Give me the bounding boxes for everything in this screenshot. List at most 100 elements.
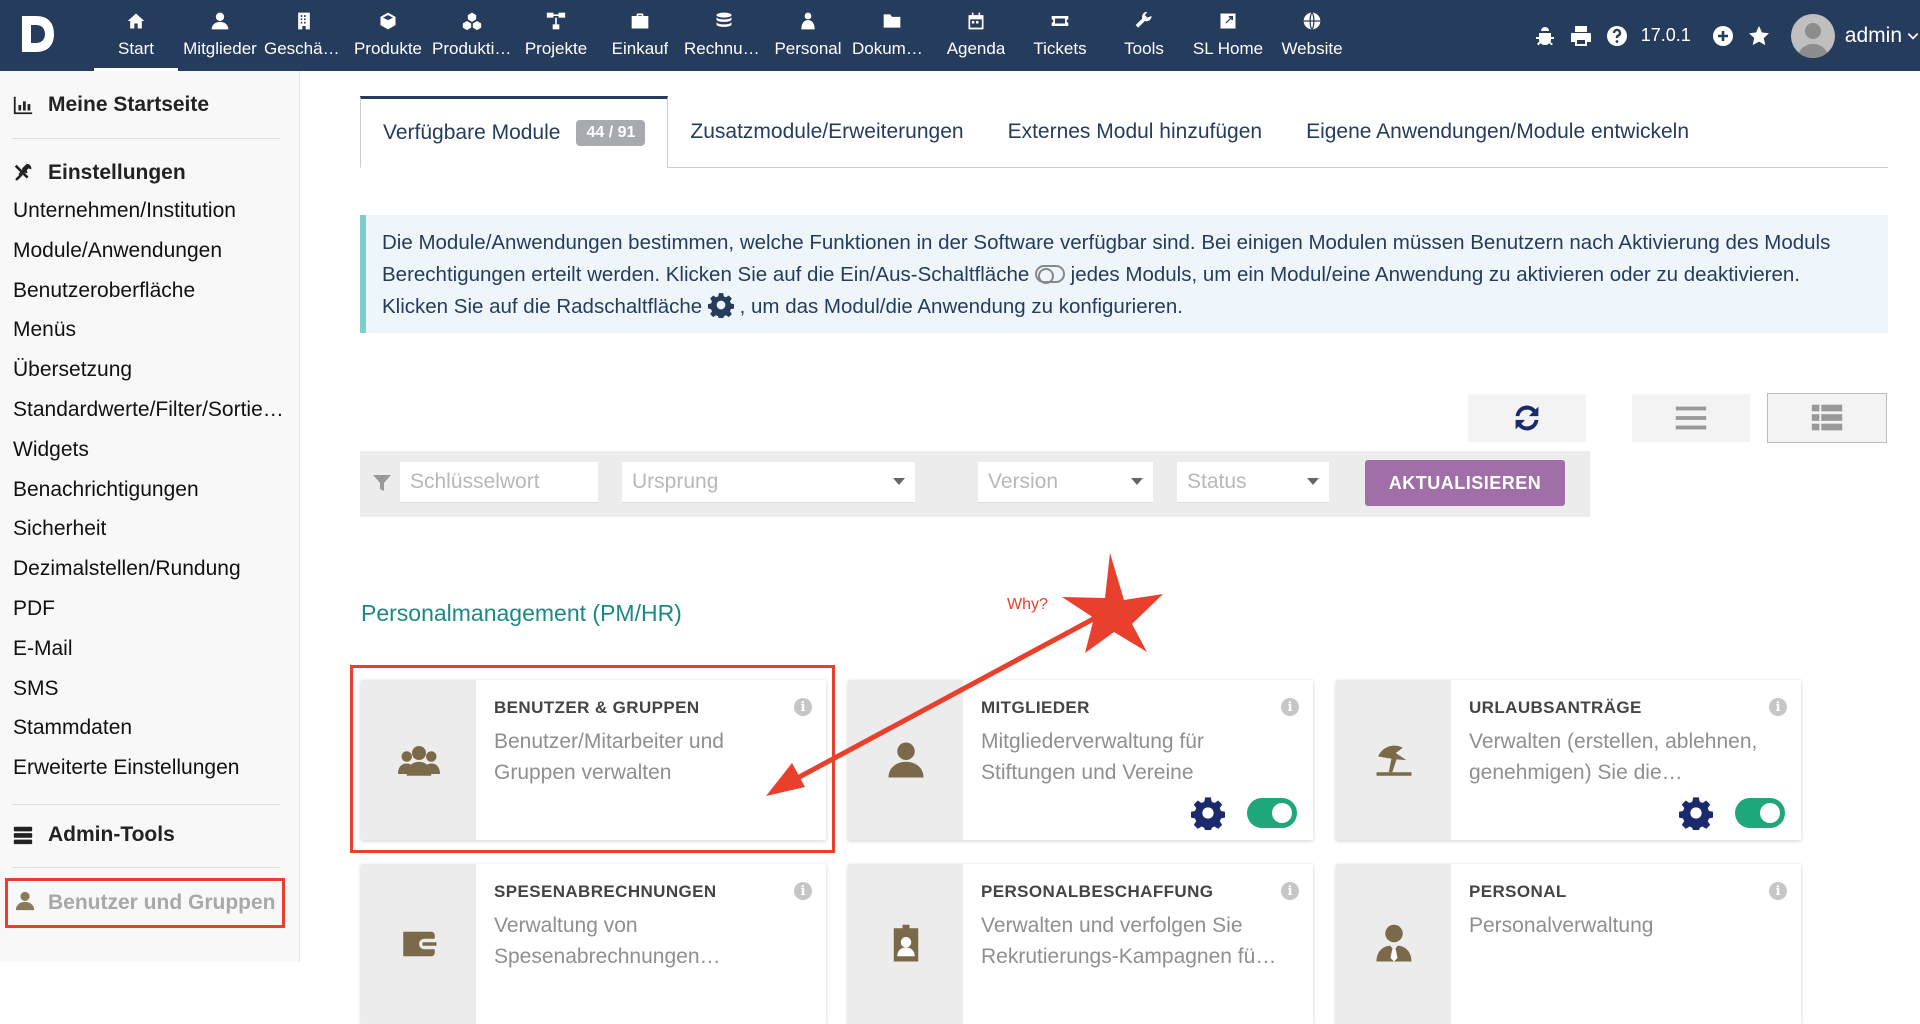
update-button[interactable]: AKTUALISIEREN bbox=[1365, 460, 1565, 506]
print-icon[interactable] bbox=[1567, 22, 1595, 50]
nav-item-personal[interactable]: Personal bbox=[766, 0, 850, 71]
nav-item-produktion[interactable]: Produktion bbox=[430, 0, 514, 71]
sidebar-item[interactable]: Erweiterte Einstellungen bbox=[13, 756, 239, 780]
info-icon[interactable]: i bbox=[1769, 882, 1787, 900]
divider bbox=[12, 804, 280, 805]
sidebar-item[interactable]: Dezimalstellen/Rundung bbox=[13, 557, 241, 581]
add-icon[interactable] bbox=[1709, 22, 1737, 50]
chevron-down-icon[interactable] bbox=[1906, 22, 1920, 50]
info-icon[interactable]: i bbox=[1281, 698, 1299, 716]
sidebar-item[interactable]: Menüs bbox=[13, 318, 76, 342]
nav-item-tools[interactable]: Tools bbox=[1102, 0, 1186, 71]
sidebar-item[interactable]: Übersetzung bbox=[13, 358, 132, 382]
card-view-button[interactable] bbox=[1767, 393, 1887, 443]
nav-item-rechnungen[interactable]: Rechnungen bbox=[682, 0, 766, 71]
nav-item-label: Produktion bbox=[432, 39, 512, 58]
module-settings-button[interactable] bbox=[1678, 796, 1714, 832]
sidebar-item[interactable]: Module/Anwendungen bbox=[13, 239, 222, 263]
module-icon-area bbox=[1336, 680, 1451, 840]
refresh-button[interactable] bbox=[1468, 394, 1586, 442]
nav-item-label: Tickets bbox=[1033, 39, 1087, 58]
nav-item-label: Personal bbox=[774, 39, 842, 58]
info-icon[interactable]: i bbox=[1281, 882, 1299, 900]
sidebar-item[interactable]: SMS bbox=[13, 677, 59, 701]
sidebar-item[interactable]: Sicherheit bbox=[13, 517, 106, 541]
sidebar-item[interactable]: Benutzeroberfläche bbox=[13, 279, 195, 303]
avatar[interactable] bbox=[1790, 13, 1835, 58]
gear-icon bbox=[707, 292, 735, 320]
bug-icon[interactable] bbox=[1531, 22, 1559, 50]
module-settings-button[interactable] bbox=[1190, 796, 1226, 832]
module-description: Verwalten (erstellen, ablehnen, genehmig… bbox=[1469, 730, 1758, 784]
nav-item-start[interactable]: Start bbox=[94, 0, 178, 71]
help-icon[interactable] bbox=[1603, 22, 1631, 50]
sidebar-item[interactable]: Standardwerte/Filter/Sortierung bbox=[13, 398, 285, 422]
nav-item-label: Dokumente bbox=[852, 39, 932, 58]
nav-item-gesch-ftspartner[interactable]: Geschäftspartner bbox=[262, 0, 346, 71]
tab-develop-module[interactable]: Eigene Anwendungen/Module entwickeln bbox=[1284, 96, 1711, 168]
module-description: Verwaltung von Spesenabrechnungen… bbox=[494, 914, 721, 968]
sidebar-item[interactable]: Widgets bbox=[13, 438, 89, 462]
module-card[interactable]: SPESENABRECHNUNGEN Verwaltung von Spesena… bbox=[361, 864, 826, 1024]
user-icon bbox=[888, 742, 923, 778]
module-card[interactable]: PERSONAL Personalverwaltung i bbox=[1336, 864, 1801, 1024]
nav-item-einkauf[interactable]: Einkauf bbox=[598, 0, 682, 71]
chevron-down-icon bbox=[893, 478, 905, 485]
nav-item-label: SL Home bbox=[1192, 39, 1264, 58]
tab-available-modules[interactable]: Verfügbare Module 44 / 91 bbox=[360, 96, 669, 168]
tab-label: Verfügbare Module bbox=[383, 121, 561, 144]
username[interactable]: admin bbox=[1845, 24, 1902, 48]
nav-item-dokumente[interactable]: Dokumente bbox=[850, 0, 934, 71]
module-card[interactable]: MITGLIEDER Mitgliederverwaltung für Stift… bbox=[848, 680, 1313, 840]
wrench-icon bbox=[1133, 10, 1155, 32]
status-select[interactable]: Status bbox=[1177, 462, 1329, 503]
sidebar-home-label: Meine Startseite bbox=[48, 93, 210, 116]
nav-item-sl-home[interactable]: SL Home bbox=[1186, 0, 1270, 71]
sidebar-admin-tools[interactable]: Admin-Tools bbox=[12, 823, 175, 847]
module-card[interactable]: BENUTZER & GRUPPEN Benutzer/Mitarbeiter u… bbox=[361, 680, 826, 840]
info-icon[interactable]: i bbox=[1769, 698, 1787, 716]
sidebar-item-users-groups[interactable]: Benutzer und Gruppen bbox=[5, 878, 285, 928]
nav-item-produkte[interactable]: Produkte bbox=[346, 0, 430, 71]
info-icon[interactable]: i bbox=[794, 882, 812, 900]
module-toggle[interactable] bbox=[1735, 798, 1785, 828]
nav-item-mitglieder[interactable]: Mitglieder bbox=[178, 0, 262, 71]
version-select[interactable]: Version bbox=[978, 462, 1153, 503]
tools-icon bbox=[12, 161, 36, 185]
keyword-input[interactable]: Schlüsselwort bbox=[400, 462, 598, 503]
nav-item-website[interactable]: Website bbox=[1270, 0, 1354, 71]
module-card[interactable]: URLAUBSANTRÄGE Verwalten (erstellen, able… bbox=[1336, 680, 1801, 840]
module-card[interactable]: PERSONALBESCHAFFUNG Verwalten und verfolg… bbox=[848, 864, 1313, 1024]
nav-item-tickets[interactable]: Tickets bbox=[1018, 0, 1102, 71]
sidebar-item[interactable]: E-Mail bbox=[13, 637, 73, 661]
sidebar-item[interactable]: Stammdaten bbox=[13, 716, 132, 740]
sidebar-item[interactable]: Unternehmen/Institution bbox=[13, 199, 236, 223]
sidebar-item[interactable]: PDF bbox=[13, 597, 55, 621]
nav-item-agenda[interactable]: Agenda bbox=[934, 0, 1018, 71]
list-view-button[interactable] bbox=[1632, 394, 1750, 442]
module-icon-area bbox=[1336, 864, 1451, 1024]
nav-item-projekte[interactable]: Projekte bbox=[514, 0, 598, 71]
globe-icon bbox=[1301, 10, 1323, 32]
nav-item-label: Start bbox=[118, 39, 154, 58]
module-title: PERSONALBESCHAFFUNG bbox=[981, 882, 1214, 901]
bookmark-star-icon[interactable] bbox=[1745, 22, 1773, 50]
info-icon[interactable]: i bbox=[794, 698, 812, 716]
module-toggle[interactable] bbox=[1247, 798, 1297, 828]
dolibarr-logo[interactable] bbox=[20, 14, 56, 54]
sidebar-settings-header[interactable]: Einstellungen bbox=[12, 161, 186, 185]
tab-addons[interactable]: Zusatzmodule/Erweiterungen bbox=[668, 96, 985, 168]
tab-external-module[interactable]: Externes Modul hinzufügen bbox=[986, 96, 1285, 168]
user-icon bbox=[209, 10, 231, 32]
origin-select[interactable]: Ursprung bbox=[622, 462, 915, 503]
module-title: MITGLIEDER bbox=[981, 698, 1090, 717]
nav-item-label: Projekte bbox=[524, 39, 588, 58]
user-tie-icon bbox=[1376, 924, 1411, 962]
sidebar-home-link[interactable]: Meine Startseite bbox=[12, 93, 209, 117]
sidebar-item[interactable]: Benachrichtigungen bbox=[13, 478, 199, 502]
keyword-placeholder: Schlüsselwort bbox=[410, 470, 540, 493]
filter-bar: Schlüsselwort Ursprung Version Status AK… bbox=[360, 451, 1590, 517]
info-message: Die Module/Anwendungen bestimmen, welche… bbox=[360, 215, 1888, 333]
annotation-label: Why? bbox=[1007, 596, 1048, 613]
main-menu: Start Mitglieder Geschäftspartner Produkte P… bbox=[94, 0, 1354, 71]
